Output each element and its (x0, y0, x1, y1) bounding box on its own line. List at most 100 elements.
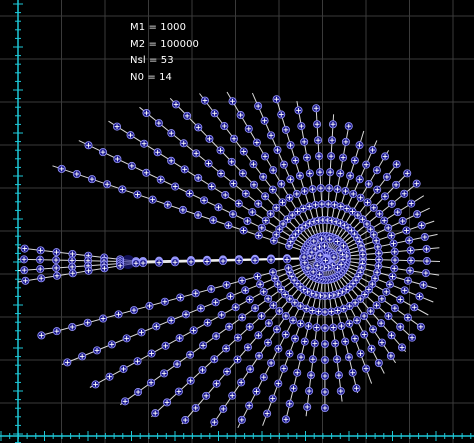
field-marker (171, 258, 180, 267)
field-marker (156, 175, 165, 184)
field-marker (171, 100, 180, 109)
field-marker (385, 280, 394, 289)
field-marker (154, 119, 163, 128)
field-marker (52, 248, 61, 257)
field-marker (328, 136, 337, 145)
field-marker (252, 387, 261, 396)
field-marker (286, 141, 295, 150)
field-marker (314, 136, 323, 145)
field-marker (333, 264, 342, 273)
field-marker (36, 255, 45, 264)
field-marker (126, 131, 135, 140)
field-marker (346, 171, 355, 180)
field-marker (362, 160, 371, 169)
field-marker (139, 259, 148, 268)
field-marker (36, 246, 45, 255)
field-marker (272, 95, 281, 104)
field-marker (398, 343, 407, 352)
field-marker (267, 255, 276, 264)
field-marker (277, 179, 286, 188)
field-marker (390, 264, 399, 273)
field-marker (254, 231, 263, 240)
field-marker (339, 153, 348, 162)
field-marker (403, 169, 412, 178)
field-marker (148, 195, 157, 204)
field-marker (167, 316, 176, 325)
field-marker (191, 289, 200, 298)
field-marker (181, 416, 190, 425)
field-marker (212, 379, 221, 388)
field-marker (269, 301, 278, 310)
field-marker (327, 152, 336, 161)
field-marker (198, 366, 207, 375)
field-marker (84, 141, 93, 150)
field-marker (317, 234, 326, 243)
field-marker (238, 276, 247, 285)
field-marker (402, 226, 411, 235)
field-marker (174, 387, 183, 396)
field-marker (374, 358, 383, 367)
field-marker (400, 286, 409, 295)
field-marker (261, 216, 270, 225)
field-marker (268, 394, 277, 403)
field-marker (363, 198, 372, 207)
field-marker (412, 179, 421, 188)
field-marker (337, 322, 346, 331)
field-marker (37, 331, 46, 340)
field-marker (350, 156, 359, 165)
field-marker (305, 169, 314, 178)
field-marker (389, 239, 398, 248)
field-marker (387, 231, 396, 240)
field-marker (320, 355, 329, 364)
field-marker (382, 172, 391, 181)
field-marker (160, 297, 169, 306)
field-marker (374, 249, 383, 258)
field-marker (134, 388, 143, 397)
field-marker (181, 310, 190, 319)
field-marker (255, 351, 264, 360)
field-marker (178, 205, 187, 214)
field-marker (316, 251, 325, 260)
param-nsl: Nsl = 53 (130, 55, 174, 66)
field-marker (93, 346, 102, 355)
field-marker (281, 125, 290, 134)
field-marker (183, 111, 192, 120)
field-marker (349, 189, 358, 198)
field-marker (52, 327, 61, 336)
field-marker (21, 276, 30, 285)
field-marker (334, 371, 343, 380)
field-marker (377, 319, 386, 328)
field-marker (52, 256, 61, 265)
field-marker (336, 387, 345, 396)
field-marker (249, 180, 258, 189)
field-marker (248, 208, 257, 217)
field-marker (380, 216, 389, 225)
field-marker (239, 147, 248, 156)
field-marker (295, 171, 304, 180)
field-marker (382, 287, 391, 296)
field-marker (356, 349, 365, 358)
field-marker (127, 161, 136, 170)
field-marker (234, 199, 243, 208)
field-marker (302, 153, 311, 162)
field-marker (326, 168, 335, 177)
field-marker (224, 221, 233, 230)
field-marker (320, 323, 329, 332)
field-marker (194, 211, 203, 220)
field-marker (263, 409, 272, 418)
field-marker (304, 322, 313, 331)
field-marker (364, 179, 373, 188)
field-marker (257, 223, 266, 232)
field-marker (36, 265, 45, 274)
field-marker (316, 184, 325, 193)
field-marker (228, 391, 237, 400)
field-marker (384, 312, 393, 321)
field-marker (151, 409, 160, 418)
field-marker (87, 175, 96, 184)
field-marker (307, 371, 316, 380)
field-marker (268, 185, 277, 194)
field-marker (300, 337, 309, 346)
field-marker (373, 185, 382, 194)
field-marker (333, 237, 342, 246)
field-marker (210, 418, 219, 427)
